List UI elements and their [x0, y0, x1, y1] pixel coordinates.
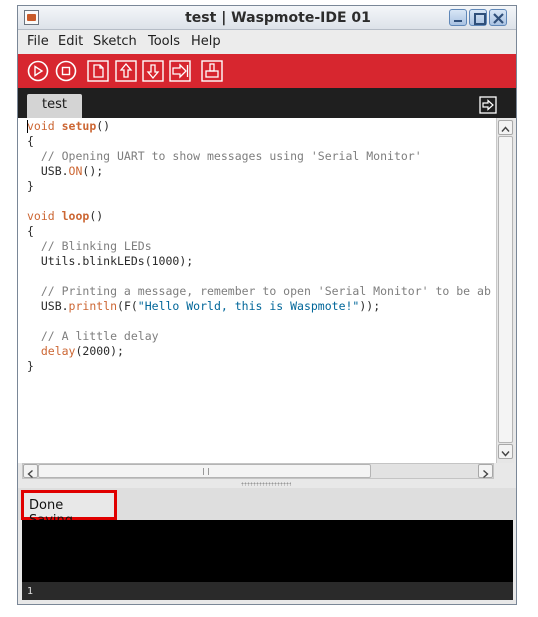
scroll-right-button[interactable] [478, 464, 493, 479]
scroll-up-button[interactable] [498, 120, 513, 135]
code-token: } [27, 359, 34, 373]
code-token: )); [359, 299, 381, 313]
code-token: USB. [27, 299, 69, 313]
code-line: Utils.blinkLEDs(1000); [27, 254, 491, 269]
code-token: println [68, 299, 118, 313]
new-icon [87, 60, 109, 82]
code-editor[interactable]: void setup(){ // Opening UART to show me… [18, 118, 496, 463]
code-token: () [96, 119, 111, 133]
code-token: // Opening UART to show messages using '… [27, 149, 422, 163]
code-line: USB.ON(); [27, 164, 491, 179]
stop-button[interactable] [55, 60, 77, 82]
horizontal-scrollbar[interactable] [22, 463, 494, 479]
console-output[interactable] [22, 520, 513, 582]
code-token: (2000); [75, 344, 124, 358]
toolbar [18, 54, 516, 88]
code-token: // A little delay [27, 329, 159, 343]
java-app-icon[interactable] [24, 10, 39, 25]
code-token: USB. [27, 164, 69, 178]
code-line: // Printing a message, remember to open … [27, 284, 491, 299]
new-button[interactable] [87, 60, 109, 82]
tab-test[interactable]: test [27, 94, 82, 118]
code-line: // Blinking LEDs [27, 239, 491, 254]
code-line: USB.println(F("Hello World, this is Wasp… [27, 299, 491, 314]
status-message: Done Saving. [21, 490, 117, 528]
code-line: // A little delay [27, 329, 491, 344]
code-line: { [27, 224, 491, 239]
chevron-left-icon [27, 469, 33, 479]
upload-button[interactable] [169, 60, 191, 82]
text-caret [27, 120, 28, 133]
code-token: } [27, 179, 34, 193]
code-line: delay(2000); [27, 344, 491, 359]
stop-icon [55, 60, 77, 82]
menu-file[interactable]: File [27, 34, 49, 49]
code-token: delay [40, 344, 76, 358]
save-icon [142, 60, 164, 82]
open-button[interactable] [115, 60, 137, 82]
code-token: (F( [117, 299, 138, 313]
code-token: void [27, 209, 62, 223]
horizontal-scroll-thumb[interactable] [38, 464, 371, 478]
title-bar[interactable]: test | Waspmote-IDE 01 [18, 6, 516, 30]
window-title: test | Waspmote-IDE 01 [185, 10, 371, 26]
code-line: // Opening UART to show messages using '… [27, 149, 491, 164]
menu-edit[interactable]: Edit [58, 34, 83, 49]
serial-icon [201, 60, 223, 82]
menu-sketch[interactable]: Sketch [93, 34, 137, 49]
verify-icon [27, 60, 49, 82]
code-content: void setup(){ // Opening UART to show me… [27, 119, 491, 374]
menu-tools[interactable]: Tools [148, 34, 180, 49]
splitter-handle[interactable] [241, 482, 291, 486]
status-area: Done Saving. [18, 488, 516, 528]
serial-button[interactable] [201, 60, 223, 82]
vertical-scrollbar[interactable] [496, 118, 514, 463]
serial-monitor-button[interactable] [479, 96, 497, 114]
code-line: void setup() [27, 119, 491, 134]
code-line: { [27, 134, 491, 149]
line-number-status: 1 [22, 582, 513, 600]
code-token: (); [82, 164, 104, 178]
maximize-button[interactable] [469, 9, 487, 26]
open-icon [115, 60, 137, 82]
code-line: void loop() [27, 209, 491, 224]
tab-strip: test [18, 88, 516, 118]
upload-icon [169, 60, 191, 82]
code-token: setup [61, 119, 97, 133]
code-token: // Blinking LEDs [27, 239, 152, 253]
close-icon [493, 13, 504, 24]
code-token: "Hello World, this is Waspmote!" [137, 299, 360, 313]
serial-monitor-icon [479, 96, 497, 114]
chevron-up-icon [501, 126, 510, 132]
code-token: { [27, 224, 34, 238]
code-line: } [27, 179, 491, 194]
chevron-down-icon [501, 451, 510, 457]
scroll-grip [203, 468, 209, 475]
code-token: Utils.blinkLEDs(1000); [27, 254, 194, 268]
scroll-down-button[interactable] [498, 444, 513, 459]
minimize-button[interactable] [449, 9, 467, 26]
close-button[interactable] [489, 9, 507, 26]
scroll-left-button[interactable] [23, 464, 38, 479]
code-line: } [27, 359, 491, 374]
code-token: void [27, 119, 62, 133]
chevron-right-icon [483, 469, 489, 479]
code-token: loop [61, 209, 90, 223]
code-token: ON [68, 164, 83, 178]
code-token: { [27, 134, 34, 148]
save-button[interactable] [142, 60, 164, 82]
verify-button[interactable] [27, 60, 49, 82]
ide-window: test | Waspmote-IDE 01 File Edit Sketch … [17, 5, 517, 605]
code-token: // Printing a message, remember to open … [27, 284, 491, 298]
vertical-scroll-thumb[interactable] [498, 136, 513, 443]
code-token: () [89, 209, 104, 223]
menu-help[interactable]: Help [191, 34, 221, 49]
menu-bar: File Edit Sketch Tools Help [18, 30, 516, 54]
